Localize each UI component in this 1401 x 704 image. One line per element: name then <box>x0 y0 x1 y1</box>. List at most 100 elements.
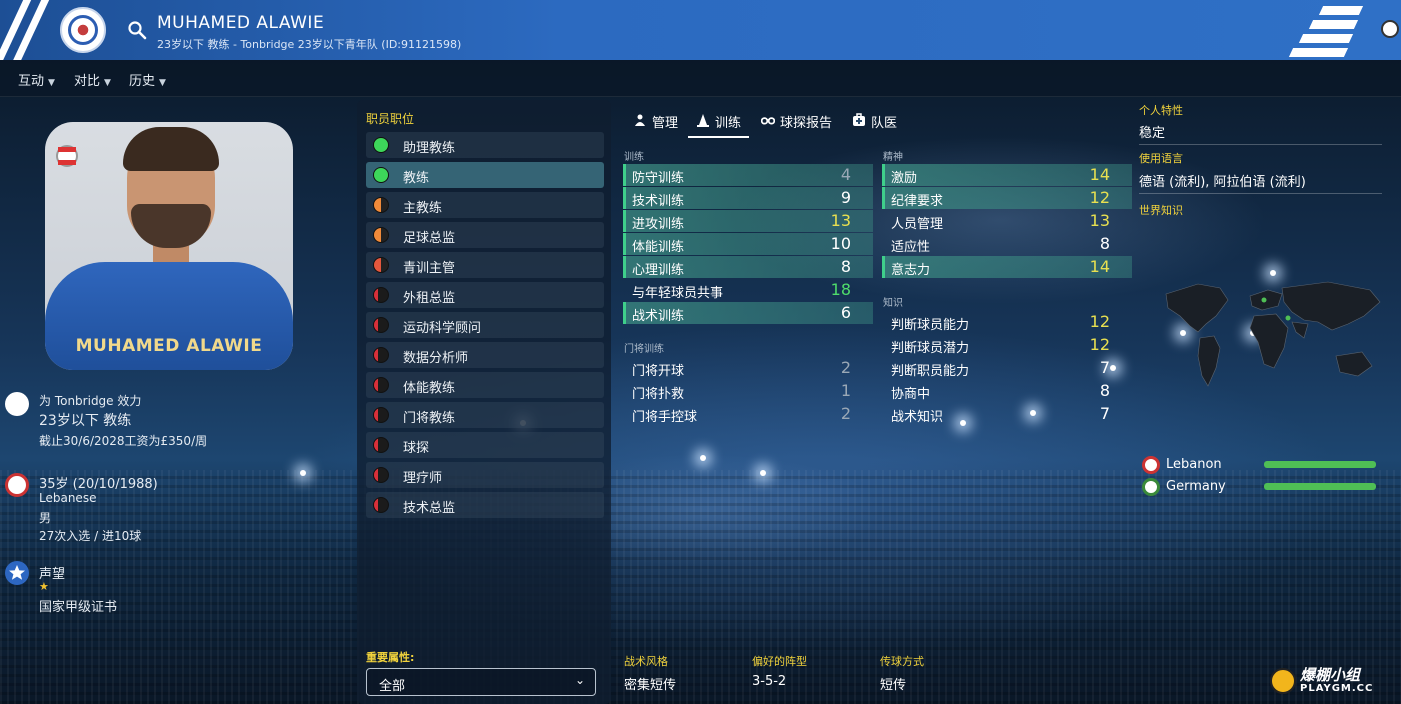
tab-management[interactable]: 管理 <box>633 112 678 138</box>
watermark-line1: 爆棚小组 <box>1300 666 1361 684</box>
attribute-name: 纪律要求 <box>891 194 944 209</box>
staff-roles-panel: 职员职位 助理教练 教练 主教练 足球总监 青训主管 外租总监 运动科学顾问 数据分析师 体能教… <box>357 100 611 704</box>
role-suitability-icon <box>373 437 389 453</box>
chevron-down-icon: ▼ <box>159 78 166 88</box>
role-item[interactable]: 助理教练 <box>366 132 604 158</box>
role-item[interactable]: 外租总监 <box>366 282 604 308</box>
football-icon[interactable] <box>1381 20 1399 38</box>
key-attributes-label: 重要属性: <box>366 651 415 664</box>
attribute-value: 2 <box>840 404 851 423</box>
attribute-name: 战术训练 <box>632 309 685 324</box>
header-bar: MUHAMED ALAWIE 23岁以下 教练 - Tonbridge 23岁以… <box>0 0 1401 60</box>
role-item[interactable]: 理疗师 <box>366 462 604 488</box>
attribute-value: 12 <box>1089 335 1110 354</box>
nationality-flag-icon[interactable] <box>5 473 29 497</box>
attribute-row[interactable]: 体能训练 10 <box>623 233 873 255</box>
attribute-row[interactable]: 激励 14 <box>882 164 1132 186</box>
header-decoration <box>1281 0 1364 60</box>
chevron-down-icon: ⌄ <box>574 673 585 687</box>
menu-interact[interactable]: 互动 ▼ <box>18 70 55 89</box>
key-attributes-select[interactable]: 全部 ⌄ <box>366 668 596 696</box>
attribute-row[interactable]: 心理训练 8 <box>623 256 873 278</box>
attribute-row[interactable]: 适应性 8 <box>882 233 1132 255</box>
role-item[interactable]: 技术总监 <box>366 492 604 518</box>
role-item[interactable]: 青训主管 <box>366 252 604 278</box>
role-suitability-icon <box>373 287 389 303</box>
attribute-row[interactable]: 门将开球 2 <box>623 357 873 379</box>
nationality-line: Lebanese <box>39 491 97 505</box>
attribute-row[interactable]: 意志力 14 <box>882 256 1132 278</box>
attribute-name: 判断职员能力 <box>891 364 970 379</box>
tab-scout-report[interactable]: 球探报告 <box>761 112 832 138</box>
attribute-value: 2 <box>840 358 851 377</box>
divider <box>1139 193 1382 194</box>
attribute-row[interactable]: 协商中 8 <box>882 380 1132 402</box>
attribute-value: 13 <box>830 211 851 230</box>
attribute-row[interactable]: 人员管理 13 <box>882 210 1132 232</box>
role-item[interactable]: 足球总监 <box>366 222 604 248</box>
attribute-value: 8 <box>840 257 851 276</box>
role-label: 主教练 <box>403 201 443 216</box>
club-crest-icon[interactable] <box>60 7 106 53</box>
attribute-row[interactable]: 门将扑救 1 <box>623 380 873 402</box>
role-label: 外租总监 <box>403 291 456 306</box>
role-item[interactable]: 教练 <box>366 162 604 188</box>
attribute-value: 10 <box>830 234 851 253</box>
menu-compare[interactable]: 对比 ▼ <box>74 70 111 89</box>
attribute-row[interactable]: 判断球员能力 12 <box>882 311 1132 333</box>
knowledge-level-bar <box>1264 461 1376 468</box>
role-suitability-icon <box>373 227 389 243</box>
search-icon[interactable] <box>127 20 147 40</box>
role-item[interactable]: 运动科学顾问 <box>366 312 604 338</box>
role-item[interactable]: 主教练 <box>366 192 604 218</box>
training-section-label: 训练 <box>624 152 644 163</box>
divider <box>1139 144 1382 145</box>
role-label: 足球总监 <box>403 231 456 246</box>
attribute-name: 门将扑救 <box>632 387 685 402</box>
attribute-value: 14 <box>1089 257 1110 276</box>
role-label: 运动科学顾问 <box>403 321 482 336</box>
attribute-name: 门将开球 <box>632 364 685 379</box>
nation-knowledge-row[interactable]: Germany <box>1142 477 1382 497</box>
person-icon <box>635 114 645 126</box>
attribute-row[interactable]: 技术训练 9 <box>623 187 873 209</box>
mental-section-label: 精神 <box>883 152 903 163</box>
role-item[interactable]: 体能教练 <box>366 372 604 398</box>
attribute-value: 8 <box>1099 381 1110 400</box>
tab-medical[interactable]: 队医 <box>852 112 897 138</box>
attribute-row[interactable]: 战术知识 7 <box>882 403 1132 425</box>
attribute-row[interactable]: 防守训练 4 <box>623 164 873 186</box>
formation-value: 3-5-2 <box>752 674 787 689</box>
role-label: 技术总监 <box>403 501 456 516</box>
role-suitability-icon <box>373 197 389 213</box>
attribute-row[interactable]: 判断球员潜力 12 <box>882 334 1132 356</box>
germany-crest-icon <box>1142 478 1160 496</box>
menu-history[interactable]: 历史 ▼ <box>129 70 166 89</box>
club-crest-small-icon[interactable] <box>5 392 29 416</box>
attribute-row[interactable]: 判断职员能力 7 <box>882 357 1132 379</box>
attribute-row[interactable]: 纪律要求 12 <box>882 187 1132 209</box>
role-item[interactable]: 球探 <box>366 432 604 458</box>
attribute-row[interactable]: 与年轻球员共事 18 <box>623 279 873 301</box>
role-item[interactable]: 数据分析师 <box>366 342 604 368</box>
attribute-row[interactable]: 战术训练 6 <box>623 302 873 324</box>
attribute-value: 7 <box>1099 404 1110 423</box>
tab-training[interactable]: 训练 <box>688 112 750 138</box>
role-suitability-icon <box>373 137 389 153</box>
world-knowledge-label: 世界知识 <box>1139 204 1183 217</box>
formation-label: 偏好的阵型 <box>752 655 807 668</box>
attribute-row[interactable]: 进攻训练 13 <box>623 210 873 232</box>
role-item[interactable]: 门将教练 <box>366 402 604 428</box>
nation-knowledge-row[interactable]: Lebanon <box>1142 455 1382 475</box>
attribute-value: 4 <box>840 165 851 184</box>
attribute-row[interactable]: 门将手控球 2 <box>623 403 873 425</box>
world-knowledge-map <box>1165 281 1381 387</box>
reputation-star-icon <box>5 561 29 585</box>
goalkeeping-section-label: 门将训练 <box>624 344 664 355</box>
stadium-stands <box>0 470 1401 704</box>
attribute-value: 6 <box>840 303 851 322</box>
attribute-name: 人员管理 <box>891 217 944 232</box>
attribute-name: 适应性 <box>891 240 931 255</box>
staff-name: MUHAMED ALAWIE <box>157 13 325 33</box>
attribute-name: 与年轻球员共事 <box>632 286 724 301</box>
